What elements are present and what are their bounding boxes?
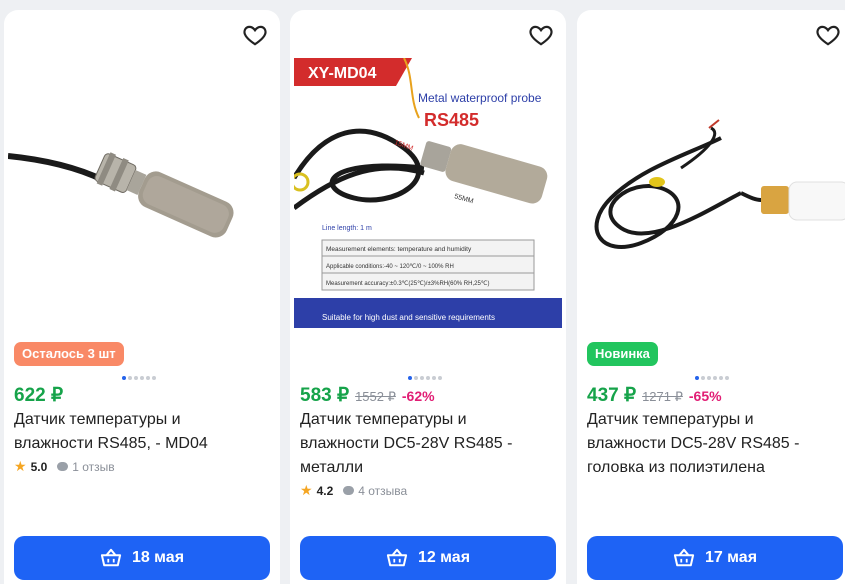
product-image[interactable] bbox=[8, 58, 276, 328]
product-image[interactable] bbox=[581, 58, 845, 328]
old-price: 1271 ₽ bbox=[642, 389, 683, 404]
rating-value: 4.2 bbox=[316, 483, 334, 498]
delivery-date: 18 мая bbox=[131, 549, 185, 566]
image-spec1-text: Measurement elements: temperature and hu… bbox=[326, 246, 472, 253]
rating-value: 5.0 bbox=[30, 459, 48, 474]
price: 583 ₽ bbox=[300, 385, 350, 406]
image-pagination-dots[interactable] bbox=[695, 376, 729, 380]
star-icon: ★ bbox=[300, 482, 313, 498]
product-title[interactable]: Датчик температуры и влажности RS485, - … bbox=[14, 408, 264, 456]
image-spec2-text: Applicable conditions:-40 ~ 120℃/0 ~ 100… bbox=[326, 264, 454, 270]
star-icon: ★ bbox=[14, 458, 27, 474]
comment-icon bbox=[343, 486, 355, 495]
reviews-count[interactable]: 4 отзыва bbox=[358, 484, 407, 498]
product-card[interactable]: Новинка 437 ₽ 1271 ₽ -65% Датчик темпера… bbox=[577, 10, 845, 584]
basket-icon bbox=[673, 548, 695, 567]
old-price: 1552 ₽ bbox=[355, 389, 396, 404]
add-to-cart-button[interactable]: 18 мая bbox=[14, 536, 270, 580]
product-image[interactable]: XY-MD04 Metal waterproof probe RS485 15M… bbox=[294, 58, 562, 328]
delivery-date: 17 мая bbox=[704, 549, 758, 566]
add-to-cart-button[interactable]: 17 мая bbox=[587, 536, 843, 580]
product-card[interactable]: Осталось 3 шт 622 ₽ Датчик температуры и… bbox=[4, 10, 280, 584]
basket-icon bbox=[386, 548, 408, 567]
image-pagination-dots[interactable] bbox=[122, 376, 156, 380]
favorite-heart-icon[interactable] bbox=[815, 22, 841, 48]
favorite-heart-icon[interactable] bbox=[528, 22, 554, 48]
rating: ★ 5.0 1 отзыв bbox=[14, 458, 115, 475]
rating: ★ 4.2 4 отзыва bbox=[300, 482, 407, 499]
image-probe-text: Metal waterproof probe bbox=[418, 91, 542, 105]
image-model-text: XY-MD04 bbox=[308, 65, 377, 82]
image-pagination-dots[interactable] bbox=[408, 376, 442, 380]
product-title[interactable]: Датчик температуры и влажности DC5-28V R… bbox=[300, 408, 550, 480]
comment-icon bbox=[57, 462, 69, 471]
price: 437 ₽ bbox=[587, 385, 637, 406]
favorite-heart-icon[interactable] bbox=[242, 22, 268, 48]
product-card[interactable]: XY-MD04 Metal waterproof probe RS485 15M… bbox=[290, 10, 566, 584]
image-protocol-text: RS485 bbox=[424, 110, 479, 130]
new-badge: Новинка bbox=[587, 342, 658, 366]
discount: -62% bbox=[401, 388, 435, 404]
image-footer-text: Suitable for high dust and sensitive req… bbox=[322, 313, 495, 322]
stock-badge: Осталось 3 шт bbox=[14, 342, 124, 366]
delivery-date: 12 мая bbox=[417, 549, 471, 566]
discount: -65% bbox=[688, 388, 722, 404]
basket-icon bbox=[100, 548, 122, 567]
product-title[interactable]: Датчик температуры и влажности DC5-28V R… bbox=[587, 408, 837, 480]
price: 622 ₽ bbox=[14, 385, 64, 406]
reviews-count[interactable]: 1 отзыв bbox=[72, 460, 114, 474]
image-spec3-text: Measurement accuracy:±0.3℃(25℃)/±3%RH(60… bbox=[326, 281, 490, 287]
add-to-cart-button[interactable]: 12 мая bbox=[300, 536, 556, 580]
image-line-length-text: Line length: 1 m bbox=[322, 225, 372, 232]
